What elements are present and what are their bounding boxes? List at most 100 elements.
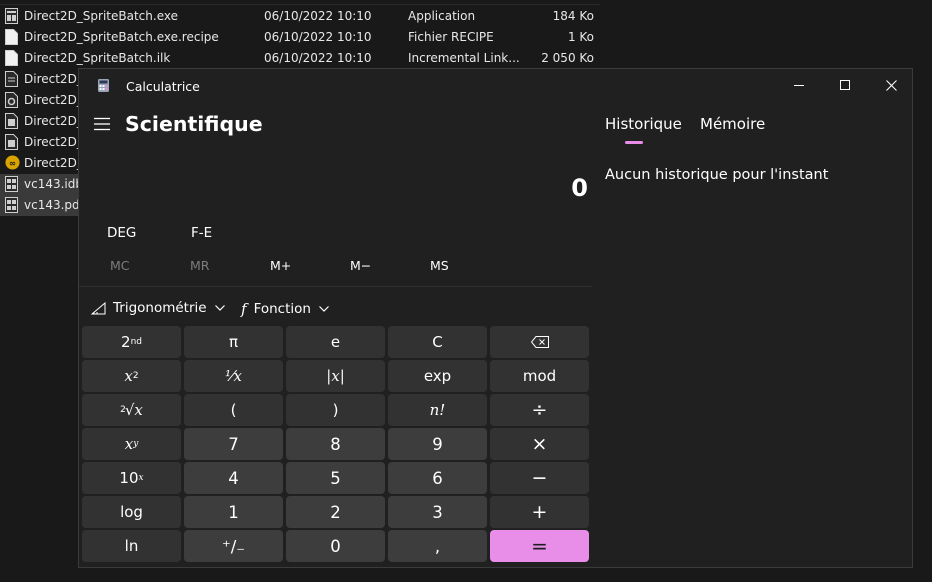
file-icon [5, 134, 18, 150]
key-label: 2 [121, 333, 131, 351]
subtract-button[interactable]: − [490, 462, 589, 494]
fe-toggle-button[interactable]: F-E [191, 225, 212, 241]
chevron-down-icon [214, 305, 225, 311]
file-name: Direct2D_SpriteBatch.ilk [24, 51, 171, 65]
e-button[interactable]: e [286, 326, 385, 358]
file-date: 06/10/2022 10:10 [264, 51, 372, 65]
key-sup: y [133, 439, 139, 449]
file-date: 06/10/2022 10:10 [264, 30, 372, 44]
settings-file-icon [5, 92, 18, 108]
key-label: 2 [330, 502, 341, 522]
second-function-button[interactable]: 2nd [82, 326, 181, 358]
triangle-ruler-icon [91, 301, 106, 314]
pi-button[interactable]: π [184, 326, 283, 358]
file-name: Direct2D_ [24, 135, 83, 149]
hamburger-menu-icon[interactable] [94, 117, 110, 131]
file-type: Incremental Link... [408, 51, 520, 65]
file-name: Direct2D_ [24, 114, 83, 128]
digit-0-button[interactable]: 0 [286, 530, 385, 562]
file-row[interactable]: vc143.pdb [0, 195, 87, 216]
left-paren-button[interactable]: ( [184, 394, 283, 426]
key-label: log [120, 503, 143, 521]
key-label: e [330, 333, 341, 351]
multiply-button[interactable]: × [490, 428, 589, 460]
divide-button[interactable]: ÷ [490, 394, 589, 426]
key-label: ⁺∕₋ [222, 536, 245, 556]
history-empty-message: Aucun historique pour l'instant [605, 167, 829, 183]
factorial-button[interactable]: n! [388, 394, 487, 426]
key-label: + [531, 501, 548, 523]
key-label: 6 [432, 468, 443, 488]
memory-recall-button[interactable]: MR [190, 258, 209, 273]
add-button[interactable]: + [490, 496, 589, 528]
trigonometry-label: Trigonométrie [113, 300, 207, 316]
memory-subtract-button[interactable]: M− [350, 258, 371, 273]
right-paren-button[interactable]: ) [286, 394, 385, 426]
memory-store-button[interactable]: MS [430, 258, 449, 273]
key-label: × [531, 433, 548, 455]
function-dropdown[interactable]: f Fonction [241, 300, 329, 318]
vs-solution-icon: ∞ [5, 155, 20, 170]
key-label: ) [332, 401, 339, 419]
clear-button[interactable]: C [388, 326, 487, 358]
power-button[interactable]: xy [82, 428, 181, 460]
active-tab-indicator [625, 141, 643, 144]
file-row[interactable]: Direct2D_SpriteBatch.exe 06/10/2022 10:1… [0, 6, 600, 27]
title-bar[interactable]: Calculatrice [79, 69, 912, 103]
calculator-window: Calculatrice Scientifique 0 DEG F-E MC M… [78, 68, 913, 568]
angle-unit-button[interactable]: DEG [107, 225, 136, 241]
equals-button[interactable]: = [490, 530, 589, 562]
memory-clear-button[interactable]: MC [110, 258, 130, 273]
key-label: 1 [228, 502, 239, 522]
minimize-button[interactable] [776, 69, 822, 101]
file-icon [5, 113, 18, 129]
digit-6-button[interactable]: 6 [388, 462, 487, 494]
negate-button[interactable]: ⁺∕₋ [184, 530, 283, 562]
key-label: 4 [228, 468, 239, 488]
decimal-separator-button[interactable]: , [388, 530, 487, 562]
close-button[interactable] [868, 69, 914, 101]
file-size: 2 050 Ko [541, 51, 594, 65]
trigonometry-dropdown[interactable]: Trigonométrie [91, 300, 225, 316]
digit-4-button[interactable]: 4 [184, 462, 283, 494]
exp-button[interactable]: exp [388, 360, 487, 392]
key-label: x [124, 435, 134, 453]
key-label: 8 [330, 434, 341, 454]
square-button[interactable]: x2 [82, 360, 181, 392]
file-date: 06/10/2022 10:10 [264, 9, 372, 23]
file-row[interactable]: Direct2D_SpriteBatch.ilk 06/10/2022 10:1… [0, 48, 600, 69]
digit-9-button[interactable]: 9 [388, 428, 487, 460]
key-label: π [228, 333, 239, 351]
digit-8-button[interactable]: 8 [286, 428, 385, 460]
divider [79, 286, 592, 287]
key-label: 5 [330, 468, 341, 488]
absolute-value-button[interactable]: |x| [286, 360, 385, 392]
tab-history[interactable]: Historique [605, 115, 682, 133]
square-root-button[interactable]: 2 √x [82, 394, 181, 426]
log-button[interactable]: log [82, 496, 181, 528]
file-name: vc143.idb [24, 177, 83, 191]
chevron-down-icon [319, 306, 329, 312]
digit-3-button[interactable]: 3 [388, 496, 487, 528]
result-display: 0 [571, 174, 588, 202]
file-type: Application [408, 9, 476, 23]
digit-2-button[interactable]: 2 [286, 496, 385, 528]
digit-5-button[interactable]: 5 [286, 462, 385, 494]
mod-button[interactable]: mod [490, 360, 589, 392]
function-label: Fonction [253, 301, 311, 317]
maximize-button[interactable] [822, 69, 868, 101]
file-row[interactable]: vc143.idb [0, 174, 83, 195]
digit-7-button[interactable]: 7 [184, 428, 283, 460]
binary-file-icon [5, 197, 18, 213]
file-row[interactable]: Direct2D_SpriteBatch.exe.recipe 06/10/20… [0, 27, 600, 48]
reciprocal-button[interactable]: ⅟x [184, 360, 283, 392]
tab-memory[interactable]: Mémoire [700, 115, 765, 133]
backspace-button[interactable] [490, 326, 589, 358]
digit-1-button[interactable]: 1 [184, 496, 283, 528]
ten-power-button[interactable]: 10 x [82, 462, 181, 494]
file-name: Direct2D_SpriteBatch.exe [24, 9, 178, 23]
ln-button[interactable]: ln [82, 530, 181, 562]
svg-text:∞: ∞ [9, 158, 16, 168]
minimize-icon [794, 85, 804, 86]
memory-add-button[interactable]: M+ [270, 258, 291, 273]
